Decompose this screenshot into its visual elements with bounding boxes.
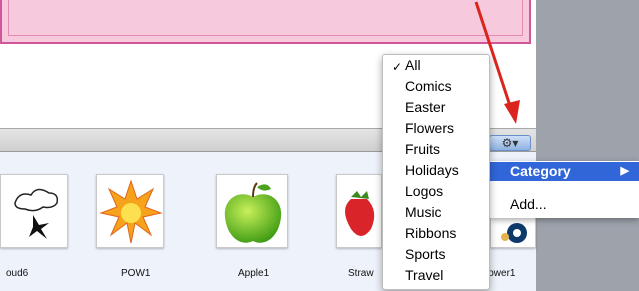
cloud-icon	[14, 188, 59, 239]
menu-item-category[interactable]: Category ▶	[490, 162, 639, 181]
clipart-tile-cloud[interactable]	[0, 174, 68, 248]
clipart-tile-apple[interactable]	[216, 174, 288, 248]
checkmark-icon: ✓	[392, 60, 403, 74]
strawberry-icon	[345, 191, 375, 236]
category-item-travel[interactable]: Travel	[405, 267, 443, 284]
clipart-label: oud6	[6, 268, 29, 279]
category-item-comics[interactable]: Comics	[405, 78, 452, 95]
clipart-label: Apple1	[238, 268, 270, 279]
card-inner-border	[8, 0, 523, 36]
clipart-tile-strawberry[interactable]	[336, 174, 382, 248]
clipart-label: Straw	[348, 268, 374, 279]
clipart-label: lower1	[486, 268, 516, 279]
gear-icon: ⚙▾	[501, 136, 519, 150]
category-item-holidays[interactable]: Holidays	[405, 162, 459, 179]
category-item-logos[interactable]: Logos	[405, 183, 443, 200]
category-item-sports[interactable]: Sports	[405, 246, 445, 263]
category-item-ribbons[interactable]: Ribbons	[405, 225, 456, 242]
category-item-fruits[interactable]: Fruits	[405, 141, 440, 158]
annotation-arrow-icon	[474, 1, 520, 124]
category-item-flowers[interactable]: Flowers	[405, 120, 454, 137]
submenu-arrow-icon: ▶	[620, 165, 629, 177]
gear-menu-button[interactable]: ⚙▾	[489, 135, 531, 151]
apple-icon	[224, 182, 282, 243]
clipart-label: POW1	[121, 268, 151, 279]
menu-item-add[interactable]: Add...	[510, 196, 547, 212]
category-item-all[interactable]: All	[405, 57, 421, 74]
card-preview[interactable]	[0, 0, 531, 44]
category-item-easter[interactable]: Easter	[405, 99, 445, 116]
pow-burst-icon	[99, 179, 163, 244]
right-side-panel	[536, 0, 639, 291]
clipart-tile-pow[interactable]	[96, 174, 164, 248]
category-item-music[interactable]: Music	[405, 204, 442, 221]
menu-item-label: Category	[510, 163, 571, 179]
